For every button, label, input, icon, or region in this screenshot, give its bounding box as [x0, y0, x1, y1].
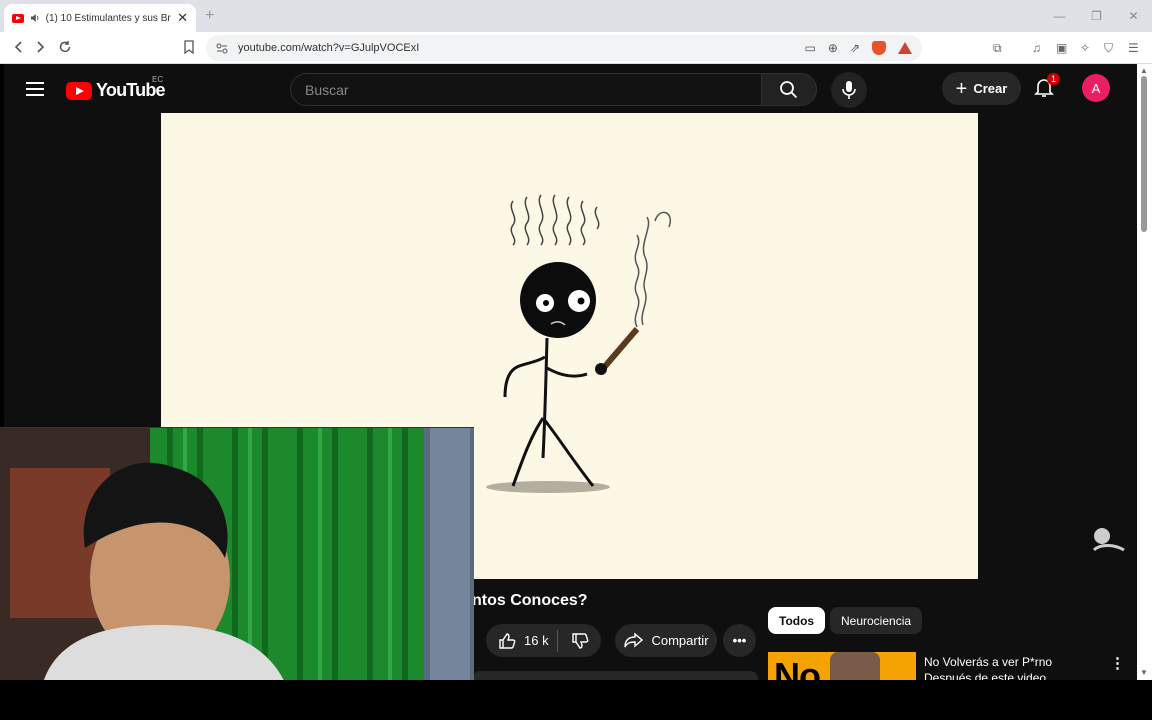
cast-icon[interactable]: ▭ [805, 41, 816, 55]
close-window-icon[interactable]: ✕ [1115, 0, 1152, 32]
share-button[interactable]: Compartir [615, 624, 717, 657]
vpn-icon[interactable]: ⛉ [1104, 41, 1113, 56]
chip-neurociencia[interactable]: Neurociencia [830, 607, 923, 634]
chip-todos[interactable]: Todos [768, 607, 826, 634]
browser-tabbar: (1) 10 Estimulantes y sus Brut ✕ + — ❐ ✕ [0, 0, 1152, 32]
microphone-icon [842, 81, 856, 99]
share-page-icon[interactable]: ⇗ [850, 41, 860, 55]
leo-ai-icon[interactable]: ✧ [1080, 41, 1090, 55]
share-icon [624, 631, 644, 648]
recommendation-title[interactable]: No Volverás a ver P*rno Después de este … [924, 654, 1100, 680]
reload-icon[interactable] [58, 40, 72, 54]
thumbs-down-icon [571, 632, 588, 649]
speaker-icon [30, 14, 39, 22]
search-icon [780, 80, 798, 98]
search-input[interactable] [305, 81, 705, 98]
share-label: Compartir [651, 633, 709, 648]
sidebar-toggle-icon[interactable]: ⧉ [993, 41, 1002, 56]
youtube-logo[interactable]: YouTube [66, 80, 166, 101]
restore-icon[interactable]: ❐ [1078, 0, 1115, 32]
search-button[interactable] [761, 73, 817, 106]
like-dislike-group: 16 k [486, 624, 601, 657]
youtube-play-icon [66, 81, 92, 100]
hamburger-menu-icon[interactable] [26, 82, 44, 96]
thumbnail-face [830, 652, 880, 680]
plus-icon: + [955, 77, 968, 100]
brave-shields-icon[interactable] [872, 41, 886, 55]
page-scrollbar[interactable]: ▲ ▼ [1137, 64, 1152, 680]
address-bar[interactable]: youtube.com/watch?v=GJulpVOCExI ▭ ⊕ ⇗ [206, 35, 922, 61]
create-label: Crear [973, 81, 1008, 96]
back-icon[interactable] [12, 40, 24, 54]
brave-rewards-icon[interactable] [898, 42, 912, 54]
window-controls: — ❐ ✕ [1041, 0, 1152, 32]
tab-title: (1) 10 Estimulantes y sus Brut [45, 12, 172, 24]
recommendation-menu-icon[interactable]: ⋮ [1110, 654, 1125, 672]
bottom-strip [0, 680, 1152, 720]
create-button[interactable]: + Crear [942, 72, 1021, 105]
new-tab-icon[interactable]: + [205, 7, 214, 25]
recommendation-thumbnail[interactable]: No [768, 652, 916, 680]
youtube-header: YouTube EC + Crear 1 A [4, 64, 1137, 114]
like-button[interactable]: 16 k [486, 629, 558, 652]
webcam-overlay [0, 427, 474, 694]
description-box[interactable] [472, 671, 758, 680]
avatar[interactable]: A [1082, 74, 1110, 102]
notifications-button[interactable]: 1 [1033, 73, 1061, 100]
tab-close-icon[interactable]: ✕ [177, 10, 188, 26]
more-actions-button[interactable]: ••• [723, 624, 756, 657]
scroll-down-icon[interactable]: ▼ [1140, 668, 1148, 677]
voice-search-button[interactable] [831, 72, 867, 108]
menu-icon[interactable]: ☰ [1128, 41, 1139, 55]
dislike-button[interactable] [558, 632, 601, 650]
site-settings-icon[interactable] [216, 42, 228, 54]
thumbs-up-icon [499, 632, 516, 649]
bookmark-icon[interactable] [183, 40, 195, 54]
wallet-icon[interactable]: ▣ [1056, 41, 1067, 55]
forward-icon[interactable] [35, 40, 47, 54]
video-title: ntos Conoces? [472, 592, 588, 609]
scroll-thumb[interactable] [1141, 76, 1147, 232]
zoom-icon[interactable]: ⊕ [828, 41, 838, 55]
search-box[interactable] [290, 73, 762, 106]
channel-watermark-icon[interactable] [1088, 526, 1128, 556]
url-text: youtube.com/watch?v=GJulpVOCExI [238, 42, 420, 54]
youtube-favicon-icon [12, 13, 24, 23]
minimize-icon[interactable]: — [1041, 0, 1078, 32]
country-code: EC [152, 75, 164, 84]
media-icon[interactable]: ♫ [1032, 41, 1041, 55]
browser-tab[interactable]: (1) 10 Estimulantes y sus Brut ✕ [4, 4, 196, 32]
webcam-feed [0, 428, 474, 694]
like-count: 16 k [524, 633, 549, 648]
notification-badge: 1 [1047, 73, 1061, 85]
scroll-up-icon[interactable]: ▲ [1140, 66, 1148, 75]
thumbnail-text: No [774, 655, 821, 681]
